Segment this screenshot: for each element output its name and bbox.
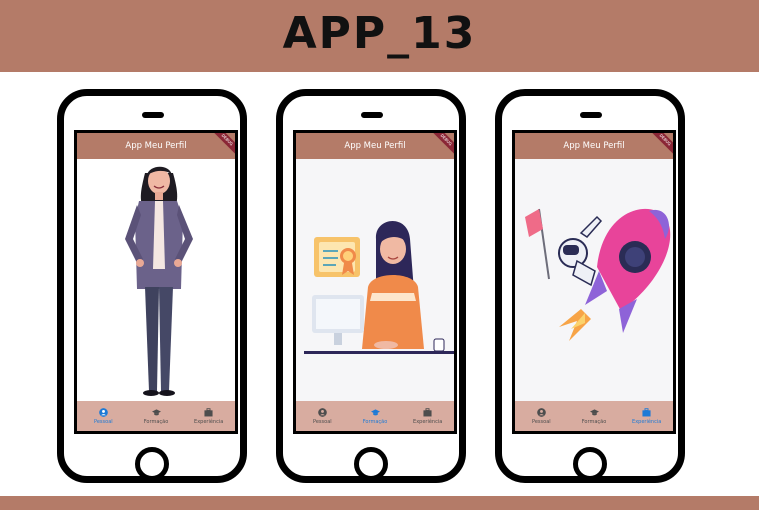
bottom-banner xyxy=(0,496,759,510)
graduation-cap-icon xyxy=(370,408,380,415)
screen-content xyxy=(515,159,673,407)
bottom-navigation: Pessoal Formação Experiência xyxy=(296,401,454,431)
phone-screen: App Meu Perfil DEBUG Pessoal Formação Ex… xyxy=(293,130,457,434)
briefcase-icon xyxy=(642,407,651,416)
phone-speaker xyxy=(580,112,602,118)
nav-label: Experiência xyxy=(632,418,662,425)
phone-screen: App Meu Perfil DEBUG Pessoal Formação Ex… xyxy=(74,130,238,434)
briefcase-icon xyxy=(204,407,213,416)
app-bar-title: App Meu Perfil xyxy=(344,141,406,151)
astronaut-rocket-illustration xyxy=(525,208,671,341)
nav-label: Pessoal xyxy=(313,418,332,425)
debug-banner: DEBUG xyxy=(212,133,235,155)
nav-item-experiencia[interactable]: Experiência xyxy=(401,401,454,431)
app-bar: App Meu Perfil DEBUG xyxy=(515,133,673,159)
nav-item-pessoal[interactable]: Pessoal xyxy=(515,401,568,431)
nav-label: Experiência xyxy=(413,418,443,425)
nav-item-pessoal[interactable]: Pessoal xyxy=(296,401,349,431)
app-bar: App Meu Perfil DEBUG xyxy=(77,133,235,159)
nav-label: Pessoal xyxy=(532,418,551,425)
person-circle-icon xyxy=(318,407,327,417)
phone-mockup-pessoal: App Meu Perfil DEBUG Pessoal Formação Ex… xyxy=(57,89,247,483)
bottom-navigation: Pessoal Formação Experiência xyxy=(77,401,235,431)
nav-item-formacao[interactable]: Formação xyxy=(130,401,183,431)
phone-mockup-formacao: App Meu Perfil DEBUG Pessoal Formação Ex… xyxy=(276,89,466,483)
standing-woman-illustration xyxy=(125,166,193,396)
person-circle-icon xyxy=(537,407,546,417)
debug-banner: DEBUG xyxy=(650,133,673,155)
debug-banner: DEBUG xyxy=(431,133,454,155)
home-button xyxy=(573,447,607,481)
nav-item-formacao[interactable]: Formação xyxy=(568,401,621,431)
home-button xyxy=(135,447,169,481)
phone-mockup-experiencia: App Meu Perfil DEBUG Pessoal Formação Ex… xyxy=(495,89,685,483)
phone-speaker xyxy=(142,112,164,118)
nav-label: Formação xyxy=(362,418,388,425)
nav-label: Pessoal xyxy=(94,418,113,425)
page-title: APP_13 xyxy=(282,8,477,59)
screen-content xyxy=(77,159,235,407)
nav-item-experiencia[interactable]: Experiência xyxy=(620,401,673,431)
woman-at-computer-with-certificate-illustration xyxy=(304,220,454,354)
person-circle-icon xyxy=(99,407,108,417)
briefcase-icon xyxy=(423,407,432,416)
screen-content xyxy=(296,159,454,407)
app-bar: App Meu Perfil DEBUG xyxy=(296,133,454,159)
app-bar-title: App Meu Perfil xyxy=(563,141,625,151)
nav-item-pessoal[interactable]: Pessoal xyxy=(77,401,130,431)
graduation-cap-icon xyxy=(151,408,161,415)
phone-speaker xyxy=(361,112,383,118)
nav-label: Formação xyxy=(143,418,169,425)
graduation-cap-icon xyxy=(589,408,599,415)
nav-label: Experiência xyxy=(194,418,224,425)
home-button xyxy=(354,447,388,481)
app-bar-title: App Meu Perfil xyxy=(125,141,187,151)
nav-label: Formação xyxy=(581,418,607,425)
nav-item-formacao[interactable]: Formação xyxy=(349,401,402,431)
bottom-navigation: Pessoal Formação Experiência xyxy=(515,401,673,431)
nav-item-experiencia[interactable]: Experiência xyxy=(182,401,235,431)
phone-screen: App Meu Perfil DEBUG Pessoal Formação Ex… xyxy=(512,130,676,434)
